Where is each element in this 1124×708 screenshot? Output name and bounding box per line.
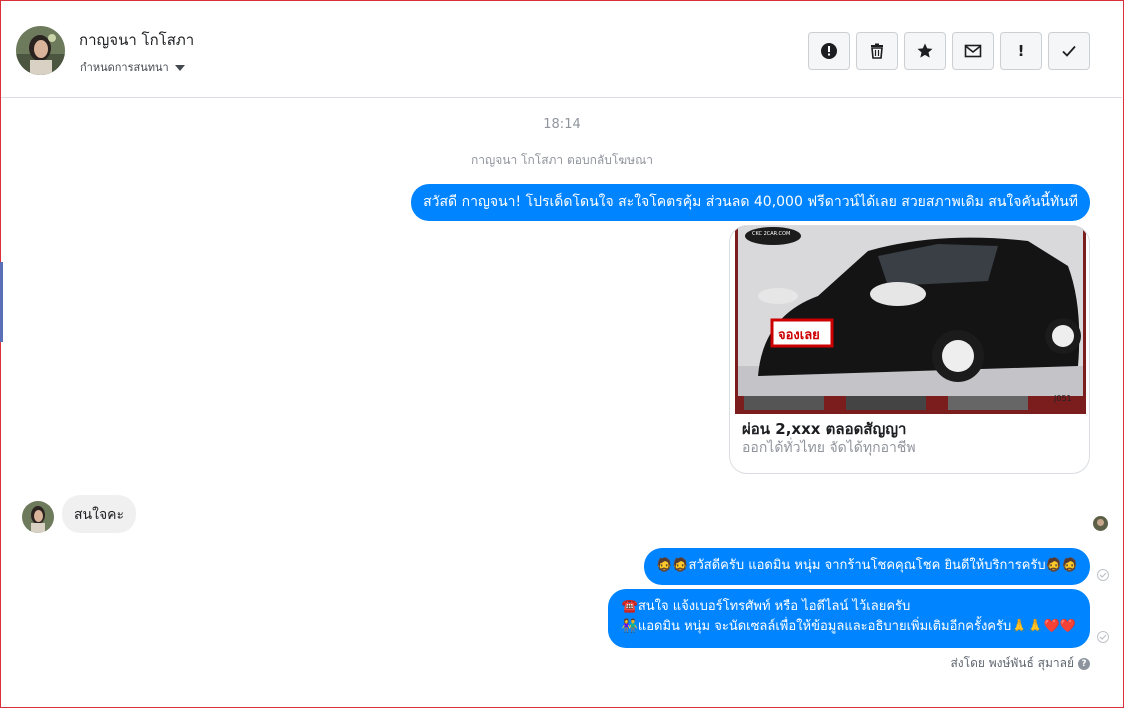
outgoing-message[interactable]: สวัสดี กาญจนา! โปรเด็ดโดนใจ สะใจโคตรคุ้ม… [411,184,1090,221]
ad-card[interactable]: CKC 2CAR.COM จองเลย J051 ผ่อน 2,xxx ตลอด… [729,225,1090,474]
delivered-check-icon [1097,569,1109,581]
incoming-message[interactable]: สนใจคะ [62,495,137,533]
ad-card-image[interactable]: CKC 2CAR.COM จองเลย J051 [735,226,1086,414]
message-timestamp: 18:14 [543,117,581,132]
conversation-settings-dropdown[interactable]: กำหนดการสนทนา [80,58,185,76]
outgoing-message-line: 👫แอดมิน หนุ่ม จะนัดเซลล์เพื่อให้ข้อมูลแล… [621,619,1076,634]
conversation-header: กาญจนา โกโสภา กำหนดการสนทนา ! [1,1,1122,98]
contact-avatar[interactable] [16,26,65,75]
report-spam-button[interactable] [808,32,850,70]
ad-card-image-watermark: CKC 2CAR.COM [752,231,791,237]
conversation-settings-label: กำหนดการสนทนา [80,61,169,74]
alert-circle-icon [821,43,837,59]
star-button[interactable] [904,32,946,70]
sent-by-text: ส่งโดย พงษ์พันธ์ สุมาลย์ [950,656,1074,670]
outgoing-message[interactable]: ☎️สนใจ แจ้งเบอร์โทรศัพท์ หรือ ไอดีไลน์ ไ… [607,589,1090,648]
mark-done-button[interactable] [1048,32,1090,70]
star-icon [917,43,933,58]
caret-down-icon [174,64,185,71]
check-icon [1062,45,1076,57]
delivered-check-icon [1097,631,1109,643]
delete-button[interactable] [856,32,898,70]
envelope-icon [964,44,982,58]
outgoing-message[interactable]: 🧔🧔สวัสดีครับ แอดมิน หนุ่ม จากร้านโชคคุณโ… [644,548,1090,585]
ad-card-image-code: J051 [1054,394,1072,403]
trash-icon [871,43,883,59]
conversation-actions: ! [808,32,1090,70]
sent-by-label: ส่งโดย พงษ์พันธ์ สุมาลย์ ? [950,654,1090,673]
ad-card-subtitle: ออกได้ทั่วไทย จัดได้ทุกอาชีพ [742,440,916,456]
ad-card-image-badge: จองเลย [778,328,820,343]
left-accent-bar [0,262,3,342]
contact-name[interactable]: กาญจนา โกโสภา [79,28,194,52]
outgoing-message-line: ☎️สนใจ แจ้งเบอร์โทรศัพท์ หรือ ไอดีไลน์ ไ… [621,599,911,614]
exclamation-icon: ! [1017,42,1025,60]
follow-up-button[interactable]: ! [1000,32,1042,70]
ad-reply-note: กาญจนา โกโสภา ตอบกลับโฆษณา [471,153,653,167]
help-icon[interactable]: ? [1078,657,1090,670]
seen-indicator-avatar [1093,516,1108,531]
mark-unread-button[interactable] [952,32,994,70]
contact-avatar-small[interactable] [22,501,54,533]
